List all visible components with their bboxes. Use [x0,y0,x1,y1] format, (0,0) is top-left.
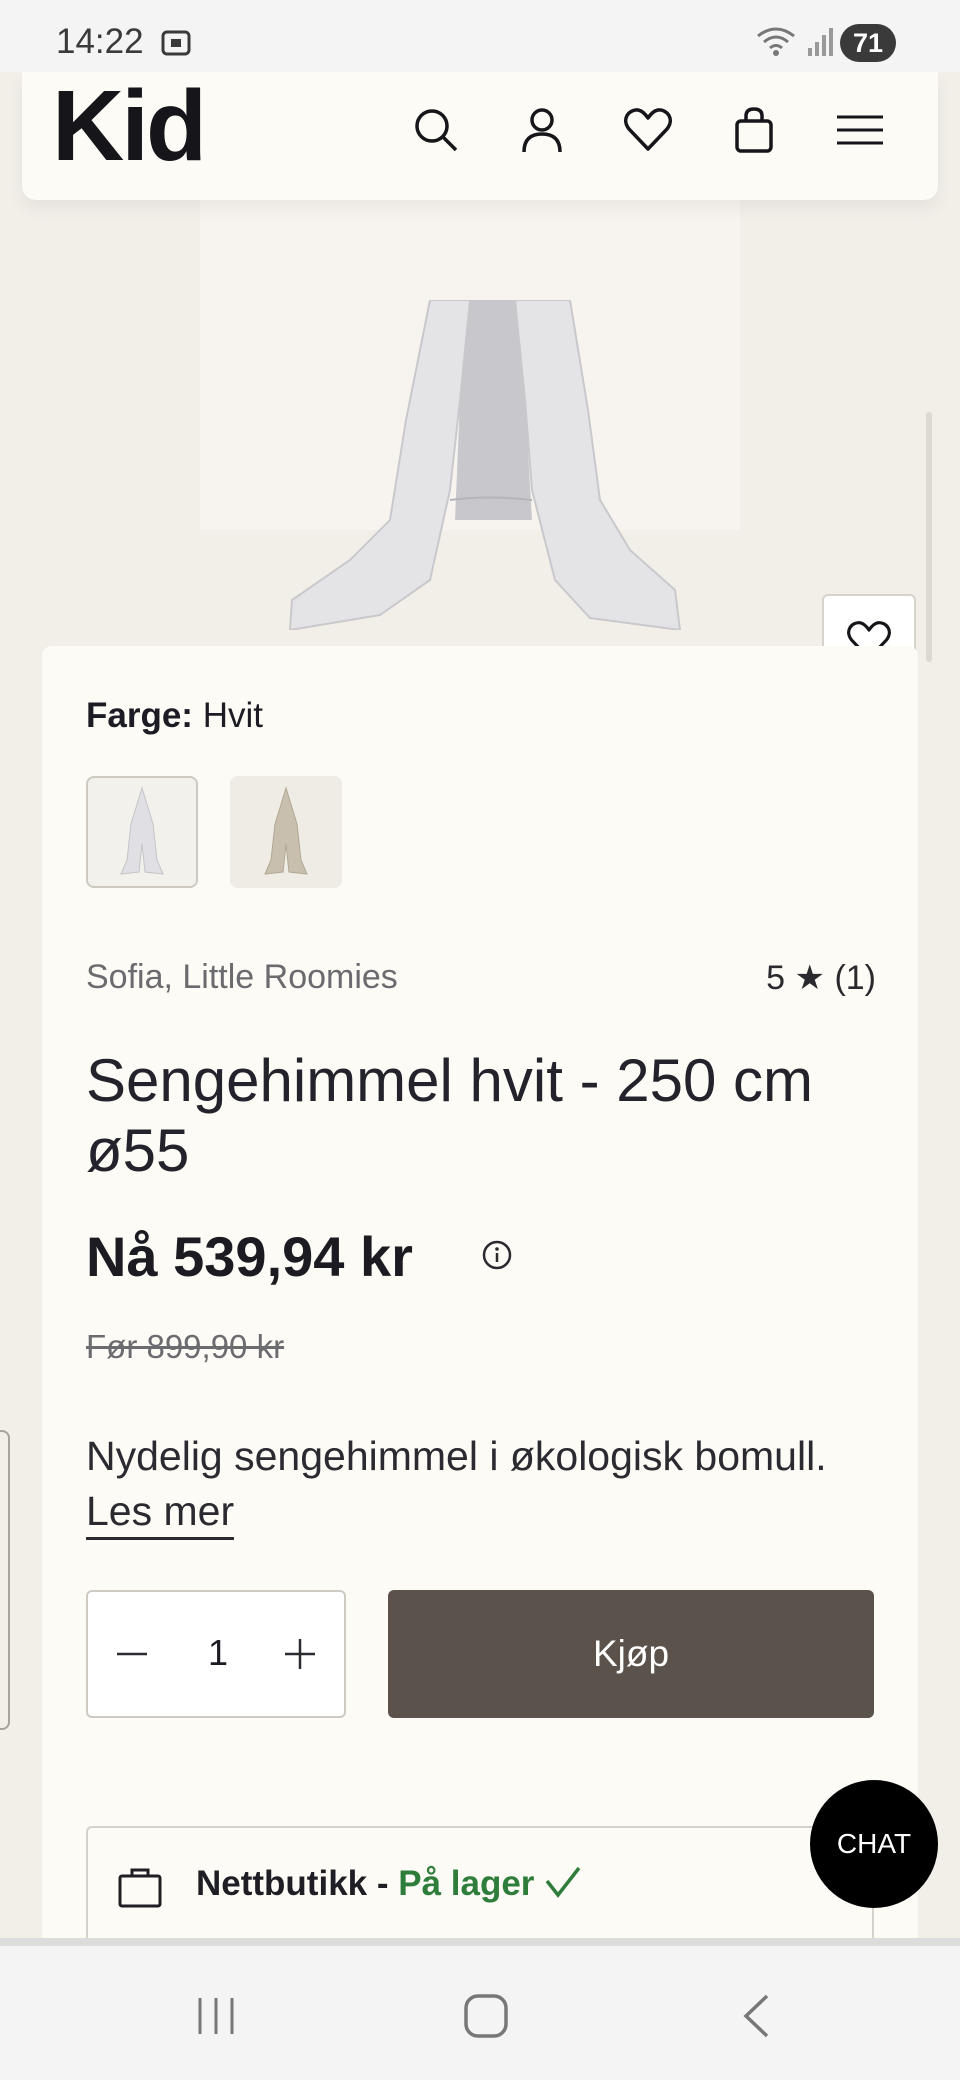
system-navigation-bar [0,1938,960,2080]
recent-apps-icon[interactable] [186,1986,246,2046]
minus-icon [117,1652,147,1656]
read-more-link[interactable]: Les mer [86,1488,235,1540]
stock-status-line: Nettbutikk - På lager [196,1864,582,1904]
color-value: Hvit [202,696,263,735]
product-image [288,300,682,630]
buy-button[interactable]: Kjøp [388,1590,874,1718]
color-selector-label: Farge: Hvit [86,696,263,736]
quantity-stepper: 1 [86,1590,346,1718]
home-icon[interactable] [456,1986,516,2046]
product-info-card: Farge: Hvit Sofia, Little Roomies 5 ★ (1… [42,646,918,2080]
checkmark-icon [545,1866,581,1898]
color-swatch-white[interactable] [86,776,198,888]
color-swatch-beige[interactable] [230,776,342,888]
wishlist-icon[interactable] [618,100,678,160]
battery-indicator: 71 [840,24,896,62]
shop-bag-icon [118,1866,162,1913]
wifi-icon [756,26,796,63]
stock-status: På lager [398,1864,535,1903]
menu-icon[interactable] [830,100,890,160]
search-icon[interactable] [406,100,466,160]
signal-icon [806,26,834,63]
image-scrollbar[interactable] [926,412,932,662]
color-label: Farge: [86,696,193,735]
status-time: 14:22 [56,22,144,61]
current-price: Nå 539,94 kr [86,1225,413,1288]
side-drawer-tab[interactable] [0,1430,10,1730]
decrease-quantity-button[interactable] [102,1624,162,1684]
account-icon[interactable] [512,100,572,160]
back-icon[interactable] [726,1986,786,2046]
price-info-icon[interactable] [482,1240,512,1275]
quantity-value[interactable]: 1 [188,1632,248,1674]
site-header: Kid [22,72,938,200]
product-title: Sengehimmel hvit - 250 cm ø55 [86,1047,813,1184]
plus-icon [285,1639,315,1669]
stock-channel: Nettbutikk - [196,1864,389,1903]
previous-price: Før 899,90 kr [86,1328,285,1365]
product-description: Nydelig sengehimmel i økologisk bomull. [86,1433,827,1479]
chat-button[interactable]: CHAT [810,1780,938,1908]
product-image-area[interactable] [0,150,960,688]
screenshot-icon [160,28,192,63]
product-brand[interactable]: Sofia, Little Roomies [86,958,398,997]
cart-icon[interactable] [724,100,784,160]
kid-logo[interactable]: Kid [52,76,207,176]
product-rating[interactable]: 5 ★ (1) [766,958,876,998]
increase-quantity-button[interactable] [270,1624,330,1684]
status-bar: 14:22 71 [0,0,960,72]
